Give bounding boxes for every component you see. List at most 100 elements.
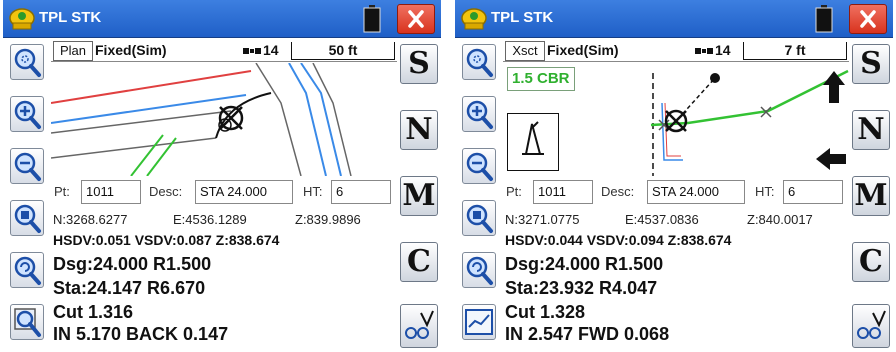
- offset-direction-readout: IN 5.170 BACK 0.147: [53, 324, 229, 344]
- offset-direction-readout: IN 2.547 FWD 0.068: [505, 324, 670, 344]
- plan-map-drawing: [51, 63, 352, 176]
- zoom-window-button[interactable]: [462, 44, 496, 80]
- route-icon: [405, 310, 434, 339]
- point-field[interactable]: 1011: [81, 180, 141, 204]
- zoom-out-button[interactable]: [462, 148, 496, 184]
- route-button[interactable]: [852, 304, 890, 348]
- zoom-previous-button[interactable]: [462, 252, 496, 288]
- gps-fix-status: Fixed(Sim): [95, 42, 167, 58]
- height-label: HT:: [755, 184, 775, 199]
- zoom-extents-button[interactable]: [10, 200, 44, 236]
- point-label: Pt:: [54, 184, 70, 199]
- left-arrow-icon: [816, 148, 846, 170]
- n-button[interactable]: N: [400, 110, 438, 150]
- height-field[interactable]: 6: [331, 180, 391, 204]
- zoom-in-button[interactable]: [462, 96, 496, 132]
- battery-icon: [815, 5, 833, 33]
- cut-fill-readout: Cut 1.328: [505, 302, 586, 322]
- easting-value: E:4536.1289: [173, 212, 247, 227]
- zoom-window-icon: [14, 48, 41, 77]
- precision-readout: HSDV:0.044 VSDV:0.094 Z:838.674: [505, 232, 732, 248]
- satellite-count: 14: [715, 42, 731, 58]
- desc-label: Desc:: [601, 184, 635, 199]
- zoom-window-icon: [466, 48, 493, 77]
- view-mode-button[interactable]: Plan: [53, 41, 93, 61]
- route-button[interactable]: [400, 304, 438, 348]
- easting-value: E:4537.0836: [625, 212, 699, 227]
- survey-window-plan: TPL STK Plan Fixed(Sim) 14 50 ft Pt: 101…: [3, 0, 441, 352]
- northing-value: N:3271.0775: [505, 212, 580, 227]
- s-button[interactable]: S: [400, 44, 438, 84]
- app-title: TPL STK: [491, 9, 554, 26]
- point-label: Pt:: [506, 184, 522, 199]
- c-button[interactable]: C: [852, 242, 890, 282]
- zoom-extents-icon: [14, 204, 41, 233]
- template-icon: [507, 113, 559, 171]
- zoom-toolbar: [3, 38, 51, 352]
- zoom-in-icon: [466, 100, 493, 129]
- profile-view-button[interactable]: [462, 304, 496, 340]
- action-toolbar: S N M C: [397, 38, 441, 352]
- cut-fill-readout: Cut 1.316: [53, 302, 134, 322]
- point-row: Pt: 1011 Desc: STA 24.000 HT: 6: [503, 177, 849, 207]
- zoom-in-button[interactable]: [10, 96, 44, 132]
- precision-readout: HSDV:0.051 VSDV:0.087 Z:838.674: [53, 232, 280, 248]
- close-button[interactable]: [849, 4, 887, 34]
- status-bar: Plan Fixed(Sim) 14 50 ft: [51, 40, 397, 62]
- action-toolbar: S N M C: [849, 38, 893, 352]
- route-icon: [857, 310, 886, 339]
- edge-line: [255, 63, 302, 176]
- design-station-readout: Dsg:24.000 R1.500: [53, 254, 212, 274]
- scale-label: 7 ft: [784, 42, 806, 58]
- m-button[interactable]: M: [852, 176, 890, 216]
- cross-section-map[interactable]: 1.5 CBR: [503, 63, 849, 176]
- up-arrow-icon: [823, 71, 845, 103]
- close-button[interactable]: [397, 4, 435, 34]
- view-mode-button[interactable]: Xsct: [505, 41, 545, 61]
- status-bar: Xsct Fixed(Sim) 14 7 ft: [503, 40, 849, 62]
- c-button[interactable]: C: [400, 242, 438, 282]
- desc-label: Desc:: [149, 184, 183, 199]
- app-title: TPL STK: [39, 9, 102, 26]
- map-scale: 7 ft: [743, 42, 847, 60]
- title-bar: TPL STK: [3, 0, 441, 38]
- satellite-icon: [243, 48, 261, 54]
- plan-map[interactable]: [51, 63, 397, 176]
- app-logo-icon: [9, 8, 35, 30]
- close-icon: [408, 10, 424, 28]
- m-button[interactable]: M: [400, 176, 438, 216]
- app-logo-icon: [461, 8, 487, 30]
- design-station-readout: Dsg:24.000 R1.500: [505, 254, 664, 274]
- profile-icon: [465, 309, 493, 335]
- cbr-badge: 1.5 CBR: [507, 67, 575, 91]
- target-point: [710, 73, 720, 83]
- s-button[interactable]: S: [852, 44, 890, 84]
- n-button[interactable]: N: [852, 110, 890, 150]
- zoom-out-icon: [14, 152, 41, 181]
- zoom-extents-button[interactable]: [462, 200, 496, 236]
- gps-fix-status: Fixed(Sim): [547, 42, 619, 58]
- survey-window-xsct: TPL STK Xsct Fixed(Sim) 14 7 ft 1.5 CBR …: [455, 0, 893, 352]
- elevation-value: Z:839.9896: [295, 212, 361, 227]
- road-line-green: [130, 134, 164, 176]
- satellite-icon: [695, 48, 713, 54]
- northing-value: N:3268.6277: [53, 212, 128, 227]
- scale-label: 50 ft: [328, 42, 358, 58]
- zoom-in-icon: [14, 100, 41, 129]
- zoom-all-button[interactable]: [10, 304, 44, 340]
- road-line-green: [146, 137, 177, 176]
- zoom-out-button[interactable]: [10, 148, 44, 184]
- map-scale: 50 ft: [291, 42, 395, 60]
- desc-field[interactable]: STA 24.000: [195, 180, 293, 204]
- road-line-blue: [288, 63, 327, 176]
- desc-field[interactable]: STA 24.000: [647, 180, 745, 204]
- satellite-count: 14: [263, 42, 279, 58]
- elevation-value: Z:840.0017: [747, 212, 813, 227]
- zoom-extents-icon: [466, 204, 493, 233]
- zoom-window-button[interactable]: [10, 44, 44, 80]
- height-field[interactable]: 6: [783, 180, 843, 204]
- point-field[interactable]: 1011: [533, 180, 593, 204]
- zoom-previous-button[interactable]: [10, 252, 44, 288]
- survey-rod-icon: [522, 121, 544, 155]
- zoom-extents-icon: [14, 308, 41, 337]
